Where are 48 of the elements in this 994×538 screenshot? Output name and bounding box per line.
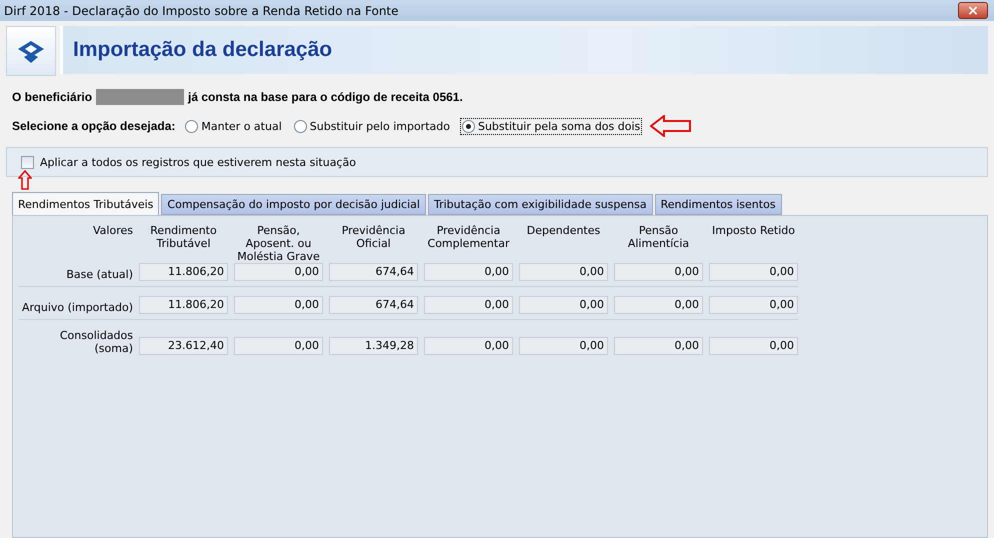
value-field: 0,00 bbox=[424, 296, 513, 314]
row-label: Arquivo (importado) bbox=[21, 301, 133, 314]
value-field: 0,00 bbox=[519, 296, 608, 314]
value-field: 0,00 bbox=[709, 296, 798, 314]
window-title: Dirf 2018 - Declaração do Imposto sobre a Renda Retido na Fonte bbox=[4, 4, 399, 18]
value-field: 0,00 bbox=[519, 263, 608, 281]
column-header: Valores bbox=[92, 224, 133, 237]
arrow-icon bbox=[18, 170, 32, 190]
value-field: 0,00 bbox=[614, 296, 703, 314]
arrow-icon bbox=[650, 115, 692, 137]
column-header: Pensão, Aposent. ou Moléstia Grave bbox=[236, 224, 321, 263]
radio-option[interactable]: Substituir pelo importado bbox=[292, 118, 452, 134]
tab[interactable]: Compensação do imposto por decisão judicial bbox=[161, 194, 426, 215]
value-field: 674,64 bbox=[329, 263, 418, 281]
row-label: Base (atual) bbox=[65, 268, 133, 281]
option-label: Selecione a opção desejada: bbox=[12, 119, 176, 133]
row-label: Consolidados (soma) bbox=[58, 329, 133, 355]
value-field: 0,00 bbox=[614, 263, 703, 281]
checkbox-label[interactable]: Aplicar a todos os registros que estiverem nesta situação bbox=[40, 156, 356, 168]
tab[interactable]: Rendimentos isentos bbox=[654, 194, 782, 215]
value-field: 0,00 bbox=[614, 337, 703, 355]
checkbox[interactable] bbox=[21, 156, 34, 168]
message-text: já consta na base para o código de receita 0561. bbox=[188, 90, 463, 104]
value-field: 23.612,40 bbox=[139, 337, 228, 355]
radio-option[interactable]: Manter o atual bbox=[183, 118, 284, 134]
radio-option[interactable]: Substituir pela soma dos dois bbox=[460, 118, 642, 134]
value-field: 0,00 bbox=[519, 337, 608, 355]
value-field: 0,00 bbox=[234, 296, 323, 314]
value-field: 11.806,20 bbox=[139, 263, 228, 281]
value-field: 1.349,28 bbox=[329, 337, 418, 355]
column-header: Previdência Complementar bbox=[426, 224, 510, 250]
tab[interactable]: Rendimentos Tributáveis bbox=[12, 192, 160, 215]
column-header: Dependentes bbox=[526, 224, 602, 237]
value-field: 0,00 bbox=[234, 337, 323, 355]
column-header: Previdência Oficial bbox=[340, 224, 406, 250]
tab[interactable]: Tributação com exigibilidade suspensa bbox=[428, 194, 653, 215]
value-field: 0,00 bbox=[709, 337, 798, 355]
value-field: 0,00 bbox=[234, 263, 323, 281]
value-field: 0,00 bbox=[709, 263, 798, 281]
value-field: 0,00 bbox=[424, 337, 513, 355]
column-header: Pensão Alimentícia bbox=[626, 224, 690, 250]
column-header: Rendimento Tributável bbox=[149, 224, 218, 250]
value-field: 0,00 bbox=[424, 263, 513, 281]
value-field: 674,64 bbox=[329, 296, 418, 314]
message-text: O beneficiário bbox=[12, 90, 92, 104]
value-field: 11.806,20 bbox=[139, 296, 228, 314]
page-title: Importação da declaração bbox=[73, 38, 332, 62]
column-header: Imposto Retido bbox=[711, 224, 796, 237]
